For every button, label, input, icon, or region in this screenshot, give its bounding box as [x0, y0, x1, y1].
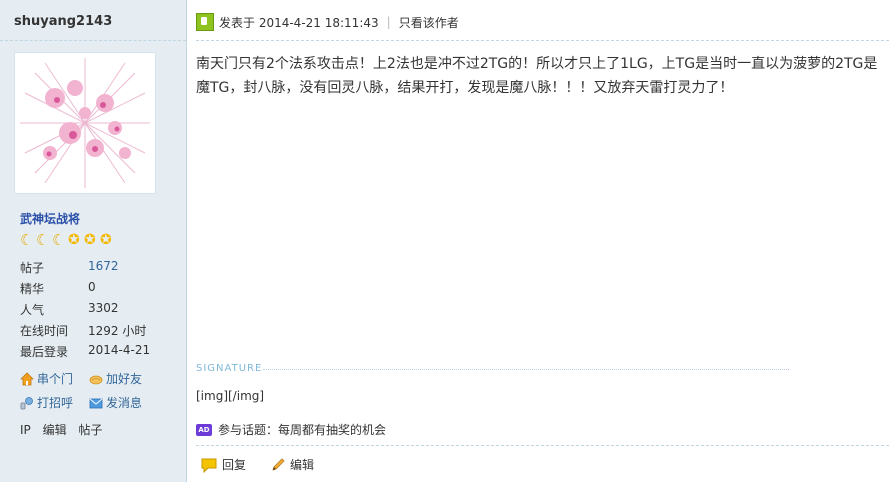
- moon-icon: ☾: [36, 231, 50, 249]
- home-icon: [20, 371, 34, 385]
- add-friend-button[interactable]: 加好友: [89, 370, 142, 387]
- handshake-icon: [89, 375, 103, 384]
- ip-link[interactable]: IP: [20, 423, 31, 437]
- moon-icon: ☾: [52, 231, 66, 249]
- signature-text: [img][/img]: [196, 389, 265, 403]
- rank-stars: ☾ ☾ ☾ ✪ ✪ ✪: [20, 233, 115, 249]
- post-time: 发表于 2014-4-21 18:11:43: [219, 15, 379, 30]
- post-container: shuyang2143 武神坛战将 ☾ ☾ ☾ ✪ ✪ ✪ 帖子 1672 精华…: [0, 0, 889, 482]
- star-icon: ✪: [100, 232, 112, 248]
- topic-ad[interactable]: AD 参与话题：每周都有抽奖的机会: [196, 421, 386, 438]
- signature-label: SIGNATURE: [196, 363, 263, 374]
- envelope-icon: [89, 398, 103, 408]
- avatar[interactable]: [14, 52, 156, 194]
- reply-button[interactable]: 回复: [200, 456, 246, 473]
- topic-link[interactable]: 参与话题：每周都有抽奖的机会: [218, 421, 386, 438]
- ad-badge-icon: AD: [196, 423, 212, 436]
- moon-icon: ☾: [20, 231, 34, 249]
- pencil-icon: [272, 457, 285, 471]
- signature-divider: [263, 369, 789, 370]
- edit-user-link[interactable]: 编辑: [43, 423, 67, 437]
- visit-button[interactable]: 串个门: [20, 370, 73, 387]
- post-content: 南天门只有2个法系攻击点！上2法也是冲不过2TG的！所以才只上了1LG，上TG是…: [196, 56, 878, 96]
- username-divider: [0, 40, 186, 41]
- username-link[interactable]: shuyang2143: [14, 14, 112, 29]
- star-icon: ✪: [84, 232, 96, 248]
- send-message-button[interactable]: 发消息: [89, 394, 142, 411]
- greet-button[interactable]: 打招呼: [20, 394, 73, 411]
- star-icon: ✪: [68, 232, 80, 248]
- edit-post-button[interactable]: 编辑: [270, 456, 314, 473]
- header-divider: [196, 40, 889, 41]
- user-rank[interactable]: 武神坛战将: [20, 210, 80, 227]
- post-header: 发表于 2014-4-21 18:11:43 | 只看该作者: [196, 12, 459, 32]
- admin-links: IP 编辑 帖子: [20, 421, 110, 438]
- only-author-link[interactable]: 只看该作者: [399, 14, 459, 31]
- reply-icon: [201, 458, 217, 473]
- posts-count-link[interactable]: 1672: [88, 259, 119, 273]
- post-actions: 回复 编辑: [200, 456, 314, 473]
- greet-icon: [20, 396, 33, 409]
- user-posts-link[interactable]: 帖子: [78, 423, 102, 437]
- author-sidebar: shuyang2143 武神坛战将 ☾ ☾ ☾ ✪ ✪ ✪ 帖子 1672 精华…: [0, 0, 187, 482]
- footer-divider: [196, 445, 889, 446]
- post-icon: [196, 13, 214, 31]
- header-separator: |: [386, 15, 391, 29]
